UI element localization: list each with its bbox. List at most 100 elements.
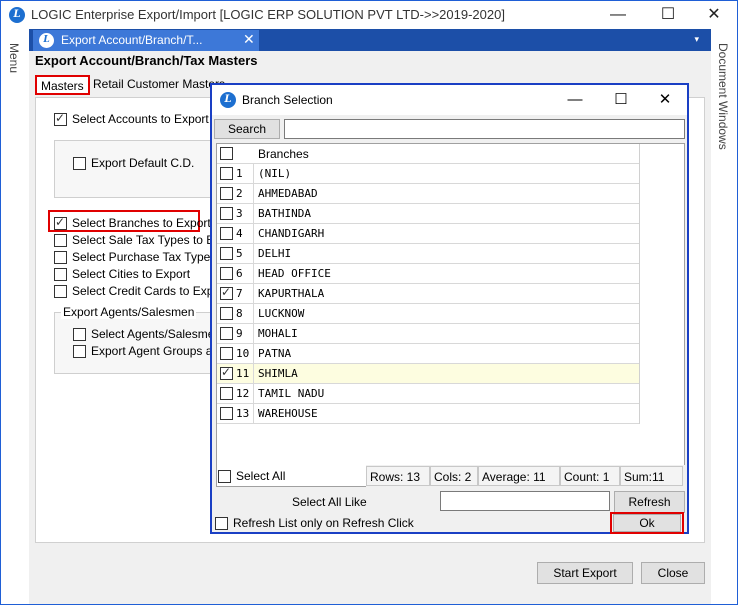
select-all-checkbox[interactable]	[218, 470, 231, 484]
row-number: 10	[234, 344, 254, 364]
row-number: 3	[234, 204, 254, 224]
table-row[interactable]: 1 (NIL)	[217, 164, 639, 184]
table-row[interactable]: 13 WAREHOUSE	[217, 404, 639, 424]
row-checkbox[interactable]	[220, 227, 233, 240]
row-checkbox[interactable]	[220, 365, 233, 380]
row-checkbox-cell[interactable]	[217, 364, 234, 384]
close-window-button[interactable]: ✕	[691, 1, 737, 29]
row-checkbox[interactable]	[220, 407, 233, 420]
refresh-on-click-option[interactable]: Refresh List only on Refresh Click	[215, 516, 414, 531]
dialog-title: Branch Selection	[242, 93, 333, 107]
row-checkbox-cell[interactable]	[217, 184, 234, 204]
row-checkbox-cell[interactable]	[217, 264, 234, 284]
row-checkbox-cell[interactable]	[217, 324, 234, 344]
select-purchase-tax-checkbox[interactable]	[54, 251, 67, 265]
close-button[interactable]: Close	[641, 562, 705, 584]
row-checkbox-cell[interactable]	[217, 244, 234, 264]
status-average: Average: 11	[478, 466, 560, 486]
dialog-logo-icon: L	[220, 92, 236, 108]
row-checkbox[interactable]	[220, 247, 233, 260]
table-row[interactable]: 10 PATNA	[217, 344, 639, 364]
maximize-button[interactable]: ☐	[645, 1, 691, 29]
option-select-agents[interactable]: Select Agents/Salesmen	[73, 327, 221, 342]
tab-overflow-icon[interactable]: ▾	[694, 34, 699, 45]
tab-export-account[interactable]: L Export Account/Branch/T... ✕	[33, 30, 259, 51]
start-export-button[interactable]: Start Export	[537, 562, 633, 584]
header-checkbox[interactable]	[220, 147, 233, 160]
table-row[interactable]: 5 DELHI	[217, 244, 639, 264]
export-default-cd-checkbox[interactable]	[73, 157, 86, 171]
row-checkbox-cell[interactable]	[217, 204, 234, 224]
refresh-on-click-checkbox[interactable]	[215, 517, 228, 531]
select-branches-checkbox[interactable]	[54, 215, 67, 231]
option-select-cities[interactable]: Select Cities to Export	[54, 267, 190, 282]
row-checkbox[interactable]	[220, 285, 233, 300]
row-number: 12	[234, 384, 254, 404]
table-row[interactable]: 3 BATHINDA	[217, 204, 639, 224]
option-select-credit-cards[interactable]: Select Credit Cards to Export	[54, 284, 227, 299]
select-all-option[interactable]: Select All	[218, 469, 285, 484]
select-cities-checkbox[interactable]	[54, 268, 67, 282]
status-count: Count: 1	[560, 466, 620, 486]
row-checkbox-cell[interactable]	[217, 304, 234, 324]
row-checkbox-cell[interactable]	[217, 164, 234, 184]
agents-group-legend: Export Agents/Salesmen	[61, 305, 197, 319]
export-agent-groups-checkbox[interactable]	[73, 345, 86, 359]
title-bar: L LOGIC Enterprise Export/Import [LOGIC …	[1, 1, 737, 29]
select-agents-checkbox[interactable]	[73, 328, 86, 342]
row-branch-name: SHIMLA	[258, 367, 298, 380]
option-export-default-cd[interactable]: Export Default C.D.	[73, 156, 194, 171]
select-sale-tax-checkbox[interactable]	[54, 234, 67, 248]
select-accounts-checkbox[interactable]	[54, 111, 67, 127]
row-checkbox[interactable]	[220, 307, 233, 320]
table-row[interactable]: 4 CHANDIGARH	[217, 224, 639, 244]
search-button[interactable]: Search	[214, 119, 280, 139]
row-checkbox[interactable]	[220, 167, 233, 180]
table-row[interactable]: 6 HEAD OFFICE	[217, 264, 639, 284]
option-select-sale-tax[interactable]: Select Sale Tax Types to Exp	[54, 233, 227, 248]
row-checkbox[interactable]	[220, 207, 233, 220]
table-row[interactable]: 8 LUCKNOW	[217, 304, 639, 324]
table-row[interactable]: 11 SHIMLA	[217, 364, 639, 384]
dialog-close-button[interactable]: ✕	[642, 85, 688, 115]
tab-retail-customer-masters[interactable]: Retail Customer Masters	[89, 75, 229, 95]
search-input[interactable]	[284, 119, 685, 139]
dialog-maximize-button[interactable]: ☐	[598, 85, 644, 115]
app-logo-icon: L	[9, 7, 25, 23]
document-windows-sidebar[interactable]: Document Windows	[711, 29, 737, 604]
option-select-branches[interactable]: Select Branches to Export	[54, 215, 211, 231]
select-credit-cards-checkbox[interactable]	[54, 285, 67, 299]
row-checkbox-cell[interactable]	[217, 384, 234, 404]
refresh-button[interactable]: Refresh	[614, 491, 685, 513]
row-checkbox[interactable]	[220, 347, 233, 360]
ok-button[interactable]: Ok	[613, 514, 681, 532]
table-row[interactable]: 2 AHMEDABAD	[217, 184, 639, 204]
tab-close-icon[interactable]: ✕	[243, 31, 255, 48]
option-export-agent-groups[interactable]: Export Agent Groups also	[73, 344, 228, 359]
dialog-minimize-button[interactable]: —	[552, 85, 598, 115]
row-checkbox-cell[interactable]	[217, 404, 234, 424]
row-checkbox-cell[interactable]	[217, 224, 234, 244]
row-checkbox[interactable]	[220, 387, 233, 400]
select-all-like-label: Select All Like	[292, 495, 367, 509]
row-checkbox[interactable]	[220, 267, 233, 280]
tab-masters[interactable]: Masters	[35, 75, 90, 95]
row-checkbox-cell[interactable]	[217, 344, 234, 364]
minimize-button[interactable]: —	[595, 1, 641, 29]
table-row[interactable]: 12 TAMIL NADU	[217, 384, 639, 404]
grid-column-separator	[639, 144, 640, 424]
row-branch-name: DELHI	[258, 247, 292, 260]
row-checkbox-cell[interactable]	[217, 284, 234, 304]
row-checkbox[interactable]	[220, 187, 233, 200]
option-select-accounts[interactable]: Select Accounts to Export	[54, 111, 209, 127]
row-checkbox[interactable]	[220, 327, 233, 340]
option-label: Select Sale Tax Types to Exp	[72, 233, 227, 247]
row-branch-name: AHMEDABAD	[258, 187, 318, 200]
header-checkbox-cell[interactable]	[217, 144, 234, 164]
menu-sidebar[interactable]: Menu	[1, 29, 29, 604]
row-branch-name: HEAD OFFICE	[258, 267, 331, 280]
option-select-purchase-tax[interactable]: Select Purchase Tax Types t	[54, 250, 223, 265]
table-row[interactable]: 7 KAPURTHALA	[217, 284, 639, 304]
table-row[interactable]: 9 MOHALI	[217, 324, 639, 344]
select-all-like-input[interactable]	[440, 491, 610, 511]
